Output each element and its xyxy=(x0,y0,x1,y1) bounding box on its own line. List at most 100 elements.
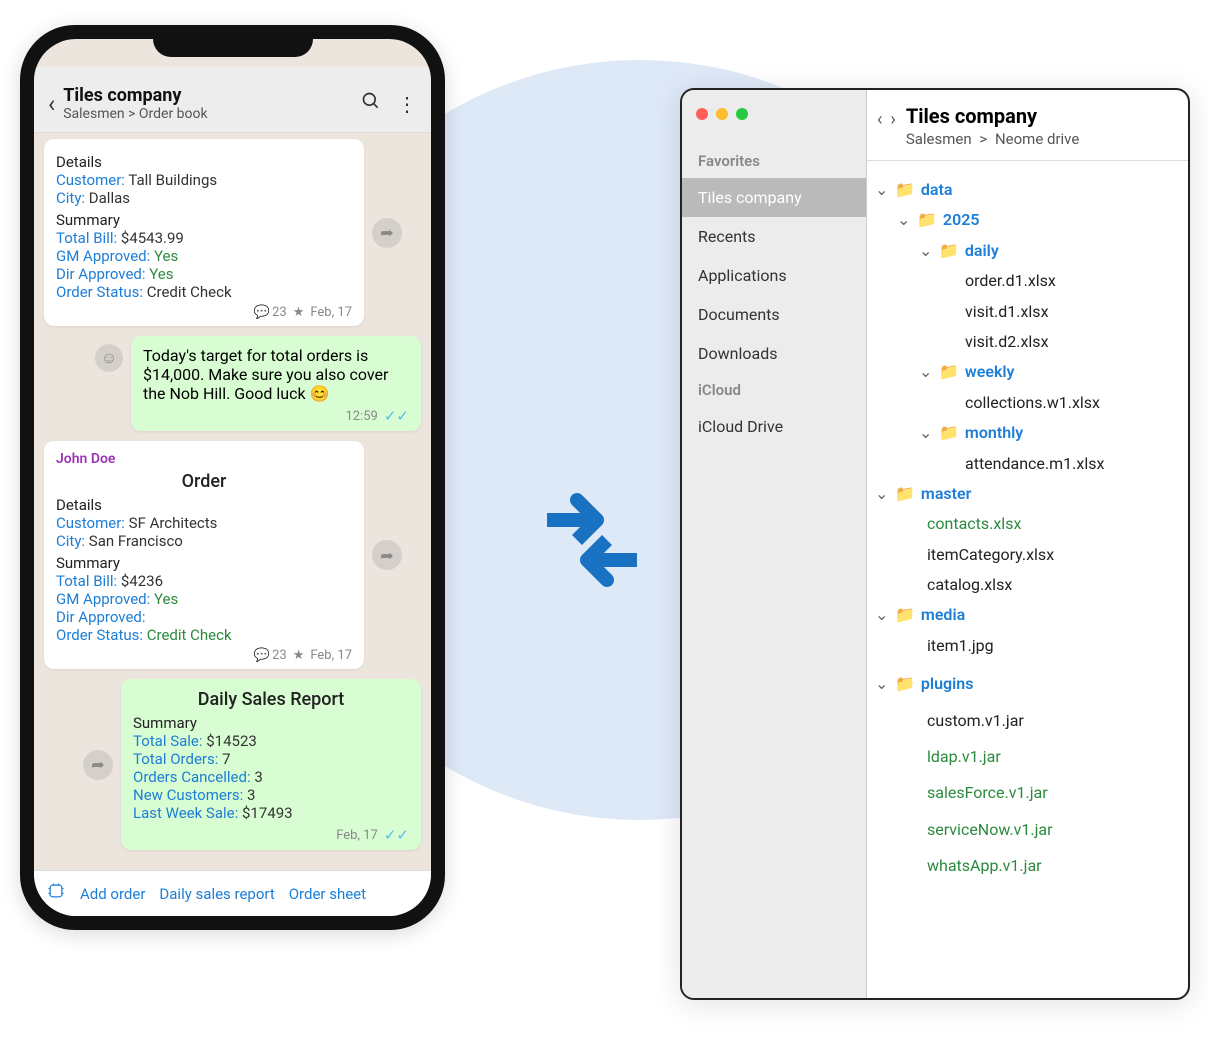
order-card-2[interactable]: John Doe Order Details Customer: SF Arch… xyxy=(44,441,364,669)
folder-icon: 📁 xyxy=(895,175,915,205)
sync-arrows-icon xyxy=(522,480,662,604)
status-value: Credit Check xyxy=(147,626,232,644)
forward-icon[interactable]: ➦ xyxy=(83,750,113,780)
message-text: Today's target for total orders is $14,0… xyxy=(143,346,388,403)
customer-label: Customer: xyxy=(56,514,125,532)
total-label: Total Bill: xyxy=(56,229,117,247)
add-order-link[interactable]: Add order xyxy=(80,885,145,903)
folder-weekly[interactable]: ⌄📁weekly xyxy=(875,357,1182,387)
city-value: San Francisco xyxy=(89,532,183,550)
ai-icon[interactable] xyxy=(46,881,66,906)
chevron-down-icon[interactable]: ⌄ xyxy=(875,175,889,205)
phone-frame: ‹ Tiles company Salesmen > Order book ⋮ … xyxy=(20,25,445,930)
dir-label: Dir Approved: xyxy=(56,265,146,283)
details-label: Details xyxy=(56,496,352,514)
file-item[interactable]: contacts.xlsx xyxy=(875,509,1182,539)
city-label: City: xyxy=(56,532,85,550)
report-card[interactable]: ➦ Daily Sales Report Summary Total Sale:… xyxy=(121,679,421,850)
total-value: $4543.99 xyxy=(121,229,184,247)
chevron-down-icon[interactable]: ⌄ xyxy=(875,669,889,699)
text-message[interactable]: ☺ Today's target for total orders is $14… xyxy=(131,336,421,431)
back-icon[interactable]: ‹ xyxy=(48,90,55,118)
last-value: $17493 xyxy=(242,804,293,822)
file-item[interactable]: custom.v1.jar xyxy=(875,706,1182,736)
folder-daily[interactable]: ⌄📁daily xyxy=(875,236,1182,266)
status-value: Credit Check xyxy=(147,283,232,301)
daily-report-link[interactable]: Daily sales report xyxy=(159,885,274,903)
star-icon[interactable]: ★ xyxy=(293,648,305,663)
file-item[interactable]: salesForce.v1.jar xyxy=(875,778,1182,808)
chevron-down-icon[interactable]: ⌄ xyxy=(875,479,889,509)
sidebar-item-applications[interactable]: Applications xyxy=(682,256,866,295)
file-item[interactable]: attendance.m1.xlsx xyxy=(875,449,1182,479)
summary-label: Summary xyxy=(56,211,352,229)
file-item[interactable]: collections.w1.xlsx xyxy=(875,388,1182,418)
summary-label: Summary xyxy=(56,554,352,572)
nav-back-icon[interactable]: ‹ xyxy=(877,109,882,130)
file-item[interactable]: ldap.v1.jar xyxy=(875,742,1182,772)
folder-icon: 📁 xyxy=(895,600,915,630)
finder-sidebar: Favorites Tiles company Recents Applicat… xyxy=(682,90,867,998)
sidebar-item-icloud-drive[interactable]: iCloud Drive xyxy=(682,407,866,446)
folder-plugins[interactable]: ⌄📁plugins xyxy=(875,669,1182,699)
reply-count[interactable]: 💬23 xyxy=(254,648,287,663)
file-item[interactable]: serviceNow.v1.jar xyxy=(875,815,1182,845)
chevron-down-icon[interactable]: ⌄ xyxy=(919,418,933,448)
message-time: 12:59 xyxy=(345,409,377,424)
file-item[interactable]: itemCategory.xlsx xyxy=(875,540,1182,570)
reply-count[interactable]: 💬23 xyxy=(254,305,287,320)
maximize-window-icon[interactable] xyxy=(736,108,748,120)
star-icon[interactable]: ★ xyxy=(293,305,305,320)
folder-monthly[interactable]: ⌄📁monthly xyxy=(875,418,1182,448)
close-window-icon[interactable] xyxy=(696,108,708,120)
folder-data[interactable]: ⌄📁data xyxy=(875,175,1182,205)
sidebar-item-tiles-company[interactable]: Tiles company xyxy=(682,178,866,217)
forward-icon[interactable]: ➦ xyxy=(372,218,402,248)
sidebar-item-recents[interactable]: Recents xyxy=(682,217,866,256)
chat-footer: Add order Daily sales report Order sheet xyxy=(34,870,431,916)
folder-master[interactable]: ⌄📁master xyxy=(875,479,1182,509)
new-value: 3 xyxy=(247,786,255,804)
chevron-down-icon[interactable]: ⌄ xyxy=(897,205,911,235)
dir-label: Dir Approved: xyxy=(56,608,146,626)
chat-scroll[interactable]: Details Customer: Tall Buildings City: D… xyxy=(34,133,431,870)
file-item[interactable]: order.d1.xlsx xyxy=(875,266,1182,296)
customer-label: Customer: xyxy=(56,171,125,189)
folder-media[interactable]: ⌄📁media xyxy=(875,600,1182,630)
chevron-down-icon[interactable]: ⌄ xyxy=(919,236,933,266)
sidebar-item-documents[interactable]: Documents xyxy=(682,295,866,334)
folder-icon: 📁 xyxy=(917,205,937,235)
file-item[interactable]: visit.d1.xlsx xyxy=(875,297,1182,327)
chevron-down-icon[interactable]: ⌄ xyxy=(875,600,889,630)
folder-2025[interactable]: ⌄📁2025 xyxy=(875,205,1182,235)
file-item[interactable]: catalog.xlsx xyxy=(875,570,1182,600)
details-label: Details xyxy=(56,153,352,171)
folder-icon: 📁 xyxy=(895,479,915,509)
folder-icon: 📁 xyxy=(939,236,959,266)
kebab-menu-icon[interactable]: ⋮ xyxy=(397,92,417,116)
minimize-window-icon[interactable] xyxy=(716,108,728,120)
file-tree[interactable]: ⌄📁data ⌄📁2025 ⌄📁daily order.d1.xlsx visi… xyxy=(867,161,1188,998)
card-title: Daily Sales Report xyxy=(133,689,409,710)
order-card-1[interactable]: Details Customer: Tall Buildings City: D… xyxy=(44,139,364,326)
customer-value: Tall Buildings xyxy=(128,171,217,189)
read-receipt-icon: ✓✓ xyxy=(384,826,409,844)
nav-forward-icon[interactable]: › xyxy=(890,109,895,130)
chevron-down-icon[interactable]: ⌄ xyxy=(919,357,933,387)
file-item[interactable]: item1.jpg xyxy=(875,631,1182,661)
dir-value: Yes xyxy=(149,265,173,283)
sidebar-item-downloads[interactable]: Downloads xyxy=(682,334,866,373)
file-item[interactable]: visit.d2.xlsx xyxy=(875,327,1182,357)
forward-icon[interactable]: ➦ xyxy=(372,540,402,570)
message-date: Feb, 17 xyxy=(336,828,378,843)
order-sheet-link[interactable]: Order sheet xyxy=(289,885,366,903)
avatar-icon: ☺ xyxy=(95,344,123,372)
status-label: Order Status: xyxy=(56,283,143,301)
message-date: Feb, 17 xyxy=(310,305,352,320)
search-icon[interactable] xyxy=(361,91,381,116)
chat-title: Tiles company xyxy=(63,85,353,106)
city-label: City: xyxy=(56,189,85,207)
last-label: Last Week Sale: xyxy=(133,804,238,822)
card-title: Order xyxy=(56,471,352,492)
file-item[interactable]: whatsApp.v1.jar xyxy=(875,851,1182,881)
